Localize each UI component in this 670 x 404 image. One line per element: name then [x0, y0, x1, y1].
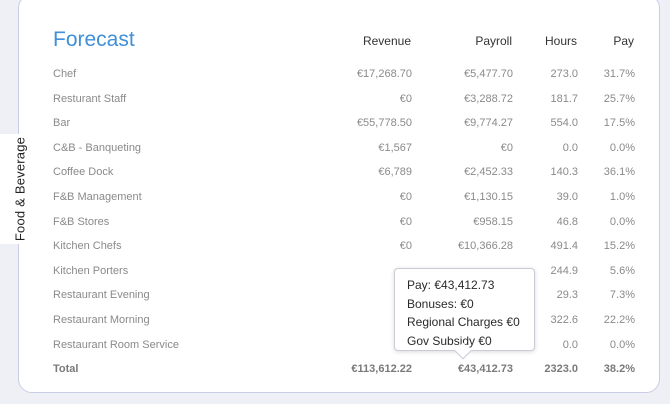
row-pay-percent: 1.0% [609, 191, 635, 203]
row-pay-percent: 36.1% [603, 166, 635, 179]
row-payroll: €9,774.27 [464, 117, 513, 130]
row-hours: 29.3 [556, 289, 578, 302]
row-revenue: €1,567 [378, 141, 412, 154]
row-revenue: €17,268.70 [356, 68, 412, 80]
table-row: F&B Stores €0 €958.15 46.8 0.0% [53, 216, 635, 234]
header-hours[interactable]: Hours [545, 34, 577, 48]
row-hours: 46.8 [556, 215, 578, 228]
row-payroll: €958.15 [473, 215, 513, 228]
total-pay-percent: 38.2% [603, 363, 635, 375]
total-revenue: €113,612.22 [351, 363, 412, 375]
row-name: Resturant Staff [53, 92, 127, 105]
row-hours: 181.7 [550, 92, 578, 105]
table-row: Resturant Staff €0 €3,288.72 181.7 25.7% [53, 93, 635, 111]
row-pay-percent: 15.2% [603, 240, 635, 253]
row-payroll: €0 [500, 141, 513, 154]
row-payroll: €2,452.33 [464, 166, 513, 179]
row-revenue: €6,789 [378, 166, 412, 179]
total-row: Total €113,612.22 €43,412.73 2323.0 38.2… [53, 363, 635, 381]
total-hours: 2323.0 [544, 363, 578, 375]
row-pay-percent: 25.7% [603, 92, 635, 105]
row-payroll: €10,366.28 [457, 240, 513, 253]
row-pay-percent: 5.6% [609, 264, 635, 277]
row-pay-percent: 17.5% [603, 117, 635, 130]
page-title: Forecast [53, 28, 135, 51]
row-pay-percent: 31.7% [603, 68, 635, 80]
row-hours: 0.0 [562, 141, 578, 154]
table-row: C&B - Banqueting €1,567 €0 0.0 0.0% [53, 142, 635, 160]
row-payroll: €5,477.70 [464, 68, 513, 80]
table-row: Kitchen Porters 244.9 5.6% [53, 265, 635, 283]
row-name: F&B Stores [53, 215, 110, 228]
row-revenue: €0 [399, 215, 412, 228]
table-row: Chef €17,268.70 €5,477.70 273.0 31.7% [53, 68, 635, 86]
header-revenue[interactable]: Revenue [363, 34, 411, 48]
tooltip-bonuses: Bonuses: €0 [407, 296, 474, 311]
table-row: Restaurant Evening 29.3 7.3% [53, 289, 635, 307]
row-pay-percent: 7.3% [609, 289, 635, 302]
header-pay[interactable]: Pay [613, 34, 634, 48]
table-row: Coffee Dock €6,789 €2,452.33 140.3 36.1% [53, 166, 635, 184]
tooltip-regional-charges: Regional Charges €0 [407, 315, 520, 329]
row-hours: 273.0 [550, 68, 578, 80]
row-pay-percent: 22.2% [603, 314, 635, 326]
row-name: F&B Management [53, 191, 142, 203]
row-hours: 140.3 [550, 166, 578, 179]
total-label: Total [53, 363, 79, 375]
table-row: Bar €55,778.50 €9,774.27 554.0 17.5% [53, 117, 635, 135]
row-payroll: €3,288.72 [464, 92, 513, 105]
row-name: Coffee Dock [53, 166, 114, 179]
tooltip-gov-subsidy: Gov Subsidy €0 [407, 333, 492, 348]
row-name: Restaurant Evening [53, 289, 150, 302]
table-row: Restaurant Room Service 0.0 0.0% [53, 339, 635, 357]
row-hours: 322.6 [550, 314, 578, 326]
row-hours: 39.0 [556, 191, 578, 203]
row-name: Kitchen Chefs [53, 240, 122, 253]
row-name: Bar [53, 117, 71, 130]
row-name: C&B - Banqueting [53, 141, 142, 154]
row-revenue: €0 [399, 92, 412, 105]
table-row: F&B Management €0 €1,130.15 39.0 1.0% [53, 191, 635, 209]
row-name: Chef [53, 68, 77, 80]
row-hours: 554.0 [550, 117, 578, 130]
row-revenue: €0 [399, 240, 412, 253]
row-payroll: €1,130.15 [464, 191, 513, 203]
department-tab-label: Food & Beverage [12, 136, 28, 242]
row-revenue: €0 [399, 191, 412, 203]
row-revenue: €55,778.50 [356, 117, 412, 130]
row-pay-percent: 0.0% [609, 215, 635, 228]
header-payroll[interactable]: Payroll [475, 34, 512, 48]
table-row: Kitchen Chefs €0 €10,366.28 491.4 15.2% [53, 240, 635, 258]
table-row: Restaurant Morning 322.6 22.2% [53, 314, 635, 332]
department-tab[interactable]: Food & Beverage [0, 134, 40, 244]
row-pay-percent: 0.0% [609, 141, 635, 154]
payroll-tooltip: Pay: €43,412.73 Bonuses: €0 Regional Cha… [394, 268, 535, 360]
row-pay-percent: 0.0% [609, 338, 635, 351]
tooltip-pay: Pay: €43,412.73 [407, 278, 495, 292]
row-name: Restaurant Morning [53, 314, 150, 326]
row-name: Kitchen Porters [53, 264, 129, 277]
row-hours: 491.4 [550, 240, 578, 253]
total-payroll[interactable]: €43,412.73 [458, 363, 513, 375]
row-name: Restaurant Room Service [53, 338, 179, 351]
row-hours: 244.9 [550, 264, 578, 277]
row-hours: 0.0 [562, 338, 578, 351]
